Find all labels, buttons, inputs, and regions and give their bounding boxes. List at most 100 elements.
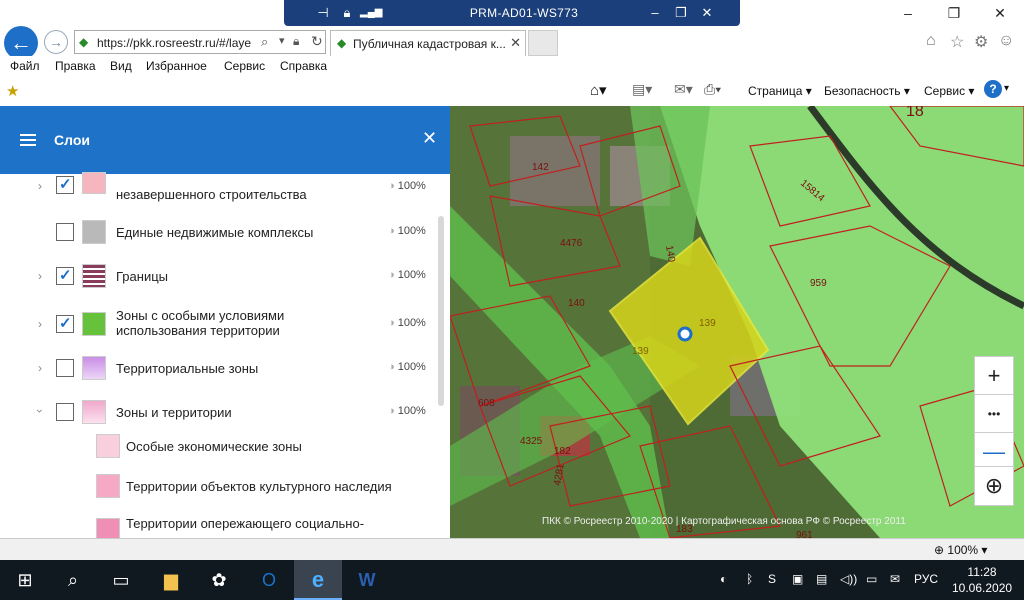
menu-file[interactable]: Файл — [10, 59, 40, 73]
layer-opacity[interactable]: 100% — [388, 405, 426, 417]
layer-opacity[interactable]: 100% — [388, 317, 426, 329]
layer-swatch — [82, 172, 106, 194]
layer-opacity[interactable]: 100% — [388, 269, 426, 281]
home-icon[interactable]: ⌂▾ — [590, 81, 607, 99]
layer-swatch — [96, 434, 120, 458]
chevron-right-icon[interactable]: › — [38, 179, 42, 193]
bluetooth-icon[interactable]: ᛒ — [746, 572, 753, 586]
menu-favorites[interactable]: Избранное — [146, 59, 207, 73]
layer-row[interactable]: › Границы 100% — [0, 264, 436, 292]
layer-checkbox[interactable] — [56, 314, 74, 333]
close-icon[interactable]: ✕ — [422, 128, 437, 149]
outlook-icon[interactable]: O — [256, 568, 282, 592]
layer-opacity[interactable]: 100% — [388, 361, 426, 373]
volume-icon[interactable]: ◁)) — [840, 572, 857, 586]
internet-explorer-icon[interactable]: e — [294, 560, 342, 600]
back-button[interactable]: ← — [4, 26, 38, 60]
layers-panel-header: Слои ✕ ‹ — [0, 106, 450, 174]
zoom-level[interactable]: ⊕ 100% ▾ — [934, 543, 987, 557]
map-view[interactable]: 142 15814 18 4476 140 959 140 139 139 60… — [450, 106, 1024, 538]
language-indicator[interactable]: РУС — [914, 572, 938, 586]
url-text[interactable]: https://pkk.rosreestr.ru/#/laye — [97, 36, 251, 50]
gear-icon[interactable]: ⚙ — [974, 32, 988, 52]
layer-opacity[interactable]: 100% — [388, 180, 426, 192]
chevron-right-icon[interactable]: › — [38, 269, 42, 283]
service-menu[interactable]: Сервис ▾ — [924, 84, 974, 98]
sublayer-label: Территории опережающего социально- — [126, 516, 365, 531]
more-tools-button[interactable]: ••• — [974, 394, 1014, 434]
lock-icon[interactable]: 🔒︎ — [293, 34, 299, 49]
tab-close-icon[interactable]: ✕ — [510, 35, 521, 51]
layer-checkbox[interactable] — [56, 223, 74, 241]
layer-checkbox[interactable] — [56, 359, 74, 377]
task-view-icon[interactable]: ▭ — [108, 568, 134, 592]
layer-checkbox[interactable] — [56, 266, 74, 285]
refresh-icon[interactable]: ↻ — [311, 33, 323, 50]
menu-edit[interactable]: Правка — [55, 59, 96, 73]
compass-button[interactable]: ⊕ — [974, 466, 1014, 506]
location-marker[interactable] — [677, 326, 693, 342]
help-dropdown-icon[interactable]: ▾ — [1004, 83, 1009, 94]
window-minimize-button[interactable]: – — [898, 4, 918, 22]
help-icon[interactable]: ? — [984, 80, 1002, 98]
layer-row[interactable]: › Территориальные зоны 100% — [0, 356, 436, 384]
layer-label: Единые недвижимые комплексы — [116, 225, 314, 240]
window-close-button[interactable]: ✕ — [990, 4, 1010, 22]
message-icon[interactable]: ✉ — [890, 572, 900, 586]
page-menu[interactable]: Страница ▾ — [748, 84, 812, 98]
menu-help[interactable]: Справка — [280, 59, 327, 73]
restore-icon[interactable]: ❐ — [672, 4, 690, 22]
menu-service[interactable]: Сервис — [224, 59, 265, 73]
sublayer-row[interactable]: Территории объектов культурного наследия — [0, 474, 436, 502]
word-icon[interactable]: W — [354, 568, 380, 592]
menu-icon[interactable] — [20, 134, 36, 146]
search-icon[interactable]: ⌕ — [261, 34, 268, 50]
security-menu[interactable]: Безопасность ▾ — [824, 84, 910, 98]
windows-start-icon[interactable]: ⊞ — [12, 568, 38, 592]
layer-checkbox[interactable] — [56, 403, 74, 421]
pin-icon[interactable]: ⊣ — [314, 4, 332, 22]
layer-row[interactable]: Единые недвижимые комплексы 100% — [0, 220, 436, 248]
layer-row[interactable]: › незавершенного строительства 100% — [0, 172, 436, 204]
chevron-down-icon[interactable]: › — [33, 409, 47, 413]
favorites-star-icon[interactable]: ☆ — [950, 32, 964, 52]
home-icon[interactable]: ⌂ — [926, 32, 936, 50]
layer-swatch — [82, 356, 106, 380]
site-icon: ◆ — [79, 35, 89, 49]
rss-icon[interactable]: ▤▾ — [632, 81, 652, 98]
tray-icon[interactable]: ▤ — [816, 572, 827, 586]
rdp-connection-bar: ⊣ 🔒︎ ▂▄▆ PRM-AD01-WS773 – ❐ ✕ — [284, 0, 740, 26]
layer-checkbox[interactable] — [56, 175, 74, 194]
search-icon[interactable]: ⌕ — [60, 568, 86, 592]
layer-row[interactable]: › Зоны с особыми условиями использования… — [0, 308, 436, 344]
new-tab-button[interactable] — [528, 30, 558, 56]
forward-button[interactable]: → — [44, 30, 68, 54]
tray-icon[interactable]: ◐ — [720, 572, 727, 586]
app-icon[interactable]: ✿ — [206, 568, 232, 592]
file-explorer-icon[interactable]: ▆ — [158, 568, 184, 592]
address-bar[interactable]: ◆ https://pkk.rosreestr.ru/#/laye ⌕ ▾ 🔒︎… — [74, 30, 326, 54]
window-restore-button[interactable]: ❐ — [944, 4, 964, 22]
close-icon[interactable]: ✕ — [698, 4, 716, 22]
tab-cadastral-map[interactable]: ◆ Публичная кадастровая к... ✕ — [330, 30, 526, 56]
print-icon[interactable]: ⎙▾ — [704, 81, 721, 98]
smiley-icon[interactable]: ☺ — [998, 32, 1014, 50]
zoom-in-button[interactable]: + — [974, 356, 1014, 396]
chevron-right-icon[interactable]: › — [38, 361, 42, 375]
dropdown-icon[interactable]: ▾ — [279, 34, 285, 47]
clock[interactable]: 11:28 10.06.2020 — [952, 564, 1012, 596]
add-favorites-star-icon[interactable]: ★ — [6, 82, 19, 100]
tab-title: Публичная кадастровая к... — [353, 37, 506, 51]
sublayer-row[interactable]: Территории опережающего социально- — [0, 514, 436, 538]
menu-view[interactable]: Вид — [110, 59, 132, 73]
layer-opacity[interactable]: 100% — [388, 225, 426, 237]
network-icon[interactable]: ▭ — [866, 572, 877, 586]
sublayer-row[interactable]: Особые экономические зоны — [0, 434, 436, 462]
tray-icon[interactable]: ▣ — [792, 572, 803, 586]
minimize-icon[interactable]: – — [646, 4, 664, 22]
skype-icon[interactable]: S — [768, 572, 776, 586]
mail-icon[interactable]: ✉▾ — [674, 81, 693, 98]
layer-row[interactable]: › Зоны и территории 100% — [0, 400, 436, 428]
panel-scrollbar[interactable] — [438, 216, 444, 406]
chevron-right-icon[interactable]: › — [38, 317, 42, 331]
